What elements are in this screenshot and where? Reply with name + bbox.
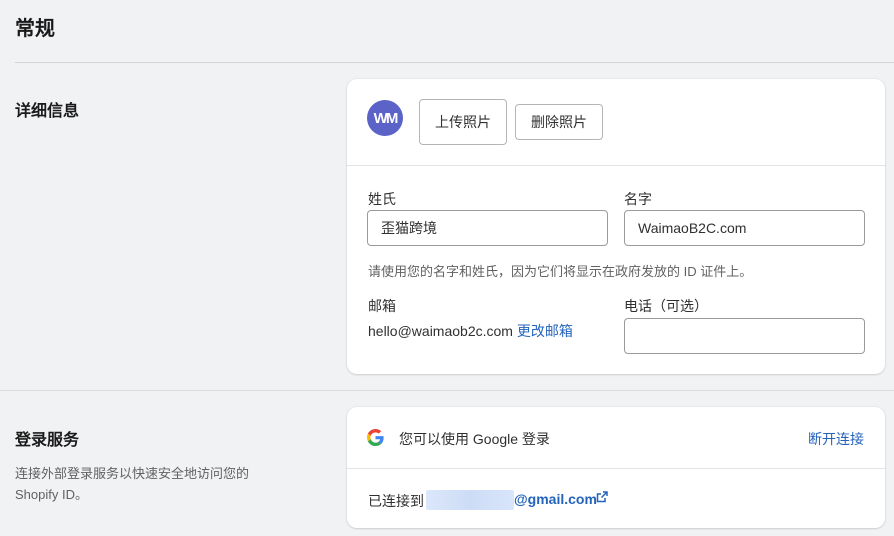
name-hint: 请使用您的名字和姓氏，因为它们将显示在政府发放的 ID 证件上。 [368, 264, 753, 279]
last-name-label: 姓氏 [368, 191, 396, 207]
email-value: hello@waimaob2c.com [368, 323, 513, 339]
section-divider [0, 390, 894, 391]
google-login-text: 您可以使用 Google 登录 [399, 431, 550, 447]
phone-label: 电话（可选） [624, 298, 708, 314]
login-section-description: 连接外部登录服务以快速安全地访问您的 Shopify ID。 [15, 466, 250, 502]
connected-label: 已连接到 [368, 493, 424, 509]
login-card-divider [347, 468, 885, 469]
phone-input[interactable] [624, 318, 865, 354]
first-name-input[interactable] [624, 210, 865, 246]
delete-photo-button[interactable]: 删除照片 [515, 104, 603, 140]
google-icon [367, 429, 384, 446]
redacted-email-username [426, 490, 514, 510]
change-email-link[interactable]: 更改邮箱 [517, 323, 573, 339]
card-divider [347, 165, 885, 166]
external-link-icon[interactable] [596, 491, 608, 503]
login-services-card: 您可以使用 Google 登录 断开连接 已连接到 @gmail.com [347, 407, 885, 528]
avatar: WM [367, 100, 403, 136]
connected-email-link[interactable]: @gmail.com [514, 491, 597, 507]
details-section-title: 详细信息 [15, 103, 80, 120]
login-section-title: 登录服务 [15, 432, 80, 449]
disconnect-link[interactable]: 断开连接 [808, 429, 864, 449]
email-row: hello@waimaob2c.com 更改邮箱 [368, 321, 573, 341]
details-card: WM 上传照片 删除照片 姓氏 名字 请使用您的名字和姓氏，因为它们将显示在政府… [347, 79, 885, 374]
page-title: 常规 [15, 18, 55, 40]
first-name-label: 名字 [624, 191, 652, 207]
email-label: 邮箱 [368, 298, 396, 314]
last-name-input[interactable] [367, 210, 608, 246]
title-divider [15, 62, 894, 63]
upload-photo-button[interactable]: 上传照片 [419, 99, 507, 145]
